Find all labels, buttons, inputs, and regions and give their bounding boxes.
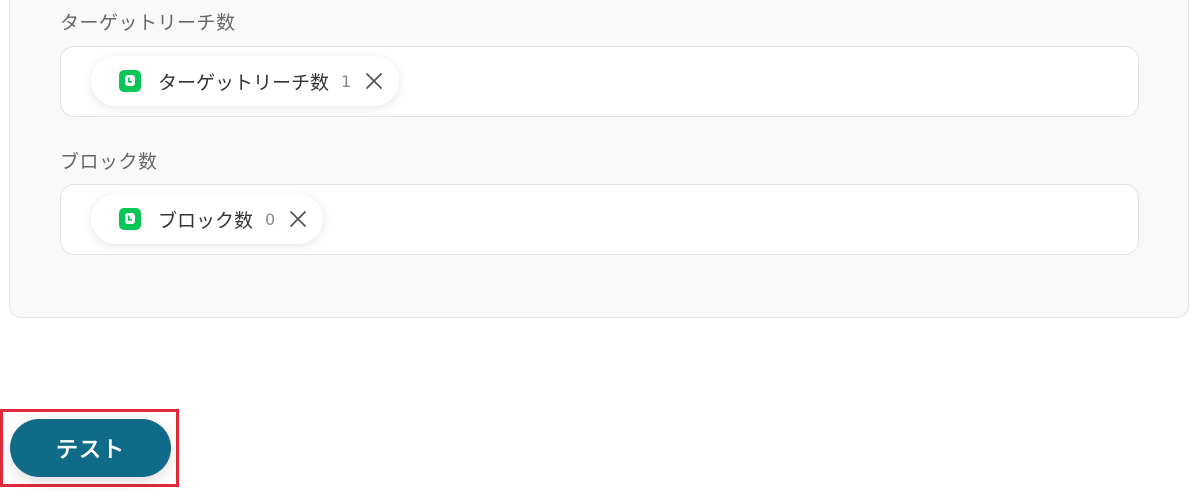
chip-label: ブロック数 bbox=[158, 209, 254, 232]
line-app-icon bbox=[119, 70, 141, 92]
close-icon[interactable] bbox=[363, 70, 385, 92]
chip-index: 1 bbox=[341, 71, 352, 91]
form-root: ターゲットリーチ数 ターゲットリーチ数 1 ブロック数 ブロック数 0 テスト bbox=[0, 0, 1198, 491]
test-button[interactable]: テスト bbox=[10, 419, 171, 477]
chip-index: 0 bbox=[265, 209, 276, 229]
field-label-target-reach: ターゲットリーチ数 bbox=[60, 12, 236, 34]
field-label-block-count: ブロック数 bbox=[60, 151, 158, 173]
variable-chip-block-count[interactable]: ブロック数 0 bbox=[91, 194, 324, 244]
line-app-icon bbox=[119, 208, 141, 230]
close-icon[interactable] bbox=[287, 208, 309, 230]
block-count-input[interactable]: ブロック数 0 bbox=[60, 184, 1139, 255]
variable-chip-target-reach[interactable]: ターゲットリーチ数 1 bbox=[91, 56, 400, 106]
target-reach-input[interactable]: ターゲットリーチ数 1 bbox=[60, 46, 1139, 117]
chip-label: ターゲットリーチ数 bbox=[158, 71, 330, 94]
